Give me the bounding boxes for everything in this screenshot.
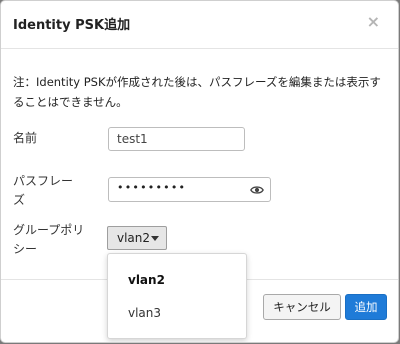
cancel-button[interactable]: キャンセル [263, 294, 341, 320]
dialog-title: Identity PSK追加 [13, 18, 131, 33]
close-icon[interactable]: × [367, 14, 380, 30]
dialog-note: 注：Identity PSKが作成された後は、パスフレーズを編集または表示するこ… [13, 75, 381, 109]
eye-icon[interactable] [250, 183, 264, 197]
dropdown-option-vlan3[interactable]: vlan3 [128, 306, 161, 320]
identity-psk-dialog: Identity PSK追加 × 注：Identity PSKが作成された後は、… [0, 0, 399, 343]
passphrase-field[interactable]: ••••••••• [108, 177, 271, 202]
add-button[interactable]: 追加 [345, 294, 387, 320]
dialog-header: Identity PSK追加 × [1, 1, 398, 49]
name-field[interactable] [108, 127, 245, 151]
group-policy-selected-value: vlan2 [117, 231, 151, 245]
group-policy-label: グループポリシー [13, 223, 85, 256]
chevron-down-icon [151, 236, 159, 241]
passphrase-masked-value: ••••••••• [117, 181, 187, 194]
name-label: 名前 [13, 131, 38, 145]
dropdown-option-vlan2[interactable]: vlan2 [128, 273, 165, 287]
group-policy-dropdown-menu: vlan2 vlan3 [107, 253, 247, 339]
passphrase-label: パスフレーズ [13, 174, 74, 207]
group-policy-select[interactable]: vlan2 [107, 226, 167, 250]
